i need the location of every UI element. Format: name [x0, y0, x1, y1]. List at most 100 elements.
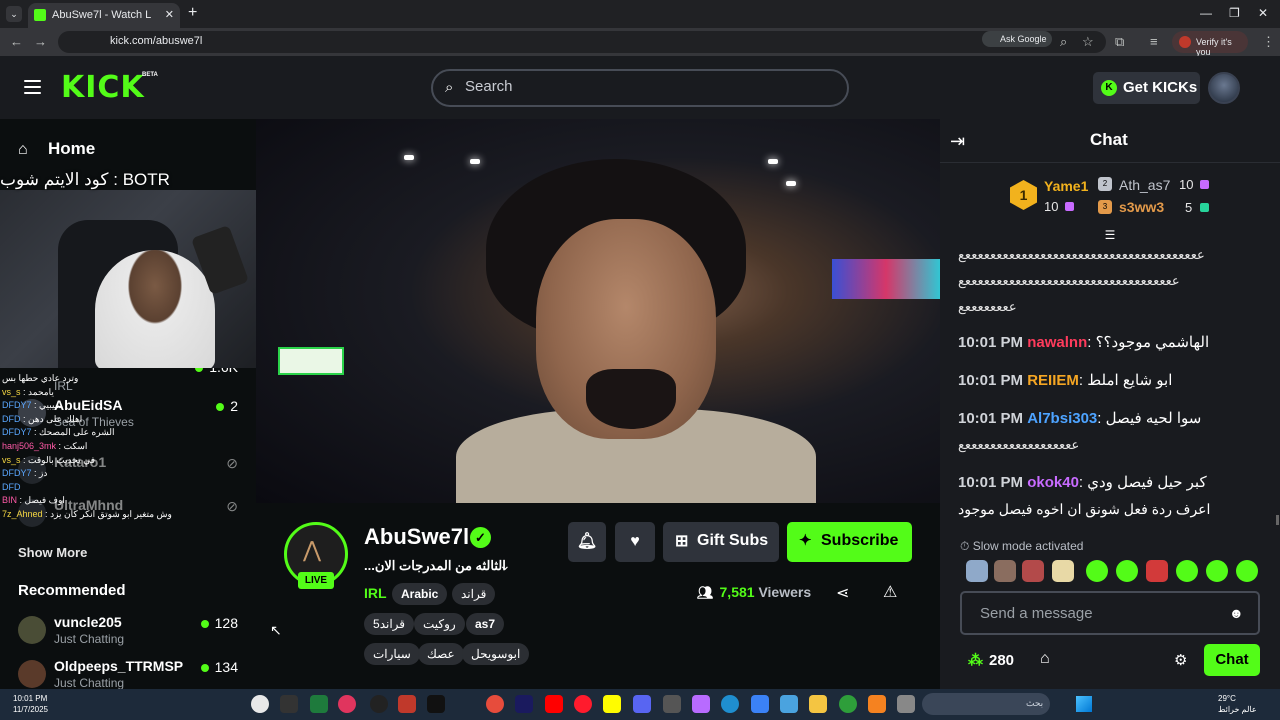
search-input[interactable] [465, 78, 825, 95]
chat-username[interactable]: okok40 [1027, 474, 1079, 491]
browser-menu-icon[interactable]: ⋮ [1262, 34, 1275, 50]
ask-google-button[interactable]: Ask Google [982, 31, 1052, 47]
chat-input-box[interactable] [960, 591, 1260, 635]
chat-username[interactable]: REIIEM [1027, 372, 1079, 389]
emote-icon[interactable] [994, 560, 1016, 582]
app-icon[interactable] [897, 695, 915, 713]
tag[interactable]: Arabic [392, 583, 448, 605]
share-icon[interactable]: ⋖ [836, 583, 849, 603]
tag[interactable]: قراند [452, 583, 496, 605]
chat-scrollbar[interactable] [1276, 515, 1279, 525]
chat-username[interactable]: nawalnn [1027, 334, 1087, 351]
app-icon[interactable] [633, 695, 651, 713]
tag[interactable]: ابوسويحل [462, 643, 530, 665]
get-kicks-button[interactable]: K Get KICKs [1093, 72, 1200, 104]
show-more-link[interactable]: Show More [18, 545, 87, 560]
chat-username[interactable]: Al7bsi303 [1027, 410, 1097, 427]
profile-verify-button[interactable]: Verify it's you [1172, 31, 1248, 57]
emote-icon[interactable] [1086, 560, 1108, 582]
snapchat-icon[interactable] [603, 695, 621, 713]
tag[interactable]: as7 [466, 613, 505, 635]
app-icon[interactable] [692, 695, 710, 713]
vlc-icon[interactable] [868, 695, 886, 713]
sidebar-home[interactable]: ⌂ Home [18, 139, 95, 159]
after-effects-icon[interactable] [515, 695, 533, 713]
leaderboard-user[interactable]: Yame1 [1044, 178, 1088, 194]
maximize-button[interactable]: ❐ [1229, 6, 1240, 20]
taskbar-weather[interactable]: 29°C عالم خرائط [1218, 693, 1257, 715]
sidebar-item-vuncle205[interactable]: vuncle205 Just Chatting 128 [18, 612, 244, 654]
browser-tab[interactable]: AbuSwe7l - Watch L ✕ [28, 3, 180, 28]
taskbar-clock[interactable]: 10:01 PM 11/7/2025 [13, 693, 48, 715]
search-box[interactable]: ⌕ [431, 69, 849, 107]
emote-icon[interactable] [1022, 560, 1044, 582]
chat-message: 10:01 PM okok40: كبر حيل فيصل ودي [958, 474, 1207, 491]
edge-icon[interactable] [721, 695, 739, 713]
video-player[interactable] [256, 119, 940, 503]
emote-icon[interactable] [1236, 560, 1258, 582]
emote-icon[interactable] [1052, 560, 1074, 582]
chevron-down-icon[interactable]: ⌄ [499, 557, 511, 574]
xbox-icon[interactable] [839, 695, 857, 713]
back-icon[interactable]: ← [10, 34, 23, 49]
minimize-button[interactable]: — [1200, 6, 1212, 20]
app-icon[interactable] [370, 695, 388, 713]
file-explorer-icon[interactable] [809, 695, 827, 713]
gift-subs-button[interactable]: ⊞ Gift Subs [663, 522, 779, 562]
opera-icon[interactable] [574, 695, 592, 713]
emote-bar [966, 560, 1266, 584]
kick-logo[interactable]: KICK [61, 70, 145, 105]
tab-search-button[interactable]: ⌄ [6, 6, 22, 22]
collapse-chat-icon[interactable]: ⇥ [950, 131, 965, 152]
tag[interactable]: عصك [418, 643, 464, 665]
leaderboard-user[interactable]: s3ww3 [1119, 199, 1164, 215]
store-app-icon[interactable] [780, 695, 798, 713]
address-bar[interactable]: kick.com/abuswe7l [58, 31, 1106, 53]
emote-icon[interactable] [1176, 560, 1198, 582]
taskbar-search[interactable]: بحث [922, 693, 1050, 715]
extensions-icon[interactable]: ⧉ [1115, 34, 1124, 50]
stream-category[interactable]: IRL [364, 585, 387, 601]
user-avatar[interactable] [1208, 72, 1240, 104]
overlay-chat-line: وترد عادي حطها بس [2, 373, 79, 383]
emoji-picker-icon[interactable]: ☻ [1229, 605, 1244, 621]
app-icon[interactable] [280, 695, 298, 713]
tag[interactable]: قراند5 [364, 613, 415, 635]
tag[interactable]: روكيت [414, 613, 465, 635]
emote-icon[interactable] [966, 560, 988, 582]
new-tab-button[interactable]: + [188, 4, 197, 22]
follow-button[interactable]: ♥ [615, 522, 655, 562]
app-icon[interactable] [398, 695, 416, 713]
app-icon[interactable] [310, 695, 328, 713]
chat-message-input[interactable] [980, 605, 1220, 622]
report-warning-icon[interactable]: ⚠ [883, 582, 897, 602]
windows-start-icon[interactable] [1076, 696, 1092, 712]
store-icon[interactable]: ⌂ [1040, 650, 1050, 668]
tiktok-icon[interactable] [427, 695, 445, 713]
youtube-icon[interactable] [545, 695, 563, 713]
reading-list-icon[interactable]: ≡ [1150, 34, 1158, 49]
emote-icon[interactable] [1146, 560, 1168, 582]
notification-bell-button[interactable]: 🔔︎ [568, 522, 606, 562]
emote-icon[interactable] [1116, 560, 1138, 582]
channel-name[interactable]: AbuSwe7l [364, 524, 469, 550]
bookmark-star-icon[interactable]: ☆ [1082, 34, 1094, 50]
tag[interactable]: سيارات [364, 643, 420, 665]
hamburger-menu-icon[interactable] [24, 80, 41, 94]
app-icon[interactable] [486, 695, 504, 713]
leaderboard-user[interactable]: Ath_as7 [1119, 177, 1170, 193]
channel-points[interactable]: ⁂ 280 [968, 651, 1014, 669]
app-icon[interactable] [663, 695, 681, 713]
leaderboard-count: 5 [1185, 200, 1193, 215]
close-tab-icon[interactable]: ✕ [165, 8, 174, 21]
subscribe-button[interactable]: ✦ Subscribe [787, 522, 912, 562]
forward-icon[interactable]: → [34, 34, 47, 49]
zoom-icon[interactable]: ⌕ [1060, 34, 1067, 50]
chrome-icon[interactable] [251, 695, 269, 713]
app-icon[interactable] [338, 695, 356, 713]
mail-icon[interactable] [751, 695, 769, 713]
emote-icon[interactable] [1206, 560, 1228, 582]
close-window-button[interactable]: ✕ [1258, 6, 1268, 20]
send-chat-button[interactable]: Chat [1204, 644, 1260, 676]
gear-icon[interactable]: ⚙ [1174, 651, 1187, 669]
